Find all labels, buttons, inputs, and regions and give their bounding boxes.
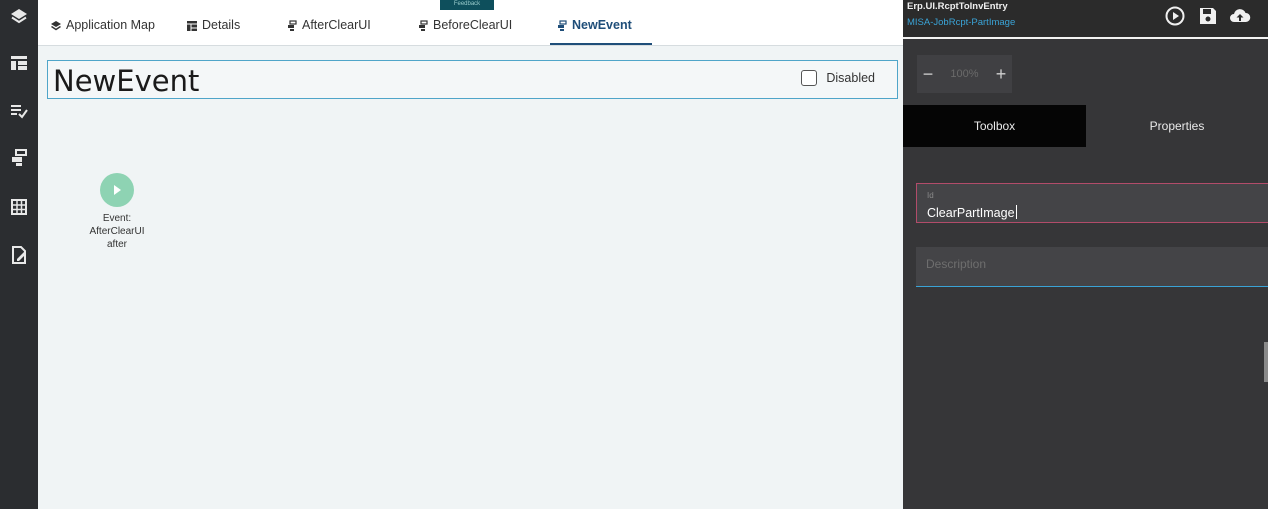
save-button[interactable] (1197, 5, 1219, 27)
disabled-checkbox[interactable] (801, 70, 818, 86)
id-field-value-wrap: ClearPartImage (927, 205, 1017, 220)
page-title: NewEvent (53, 64, 200, 98)
event-trigger-node[interactable]: Event: AfterClearUI after (84, 173, 150, 251)
app-name: Erp.UI.RcptToInvEntry (907, 1, 1008, 12)
tab-beforeclearui[interactable]: BeforeClearUI (417, 18, 512, 45)
event-node-line: Event: (102, 213, 132, 224)
zoom-level: 100% (950, 68, 979, 80)
text-caret (1015, 205, 1017, 219)
layer-name-link[interactable]: MISA-JobRcpt-PartImage (907, 17, 1015, 28)
event-node-line: AfterClearUI (89, 226, 145, 237)
id-input[interactable]: Id ClearPartImage (916, 183, 1268, 223)
tab-label: NewEvent (572, 18, 632, 32)
left-nav-bar (0, 0, 38, 509)
layers-icon[interactable] (0, 2, 38, 32)
right-panel: Erp.UI.RcptToInvEntry MISA-JobRcpt-PartI… (903, 0, 1268, 509)
save-icon (1200, 8, 1216, 24)
upload-button[interactable] (1229, 5, 1251, 27)
edit-document-icon[interactable] (0, 240, 38, 270)
tab-afterclearui[interactable]: AfterClearUI (286, 18, 371, 45)
workflow-canvas[interactable]: NewEvent Disabled Event: AfterClearUI af… (38, 47, 903, 509)
flow-icon (288, 20, 297, 31)
description-input[interactable]: Description (916, 247, 1268, 287)
event-flow-icon[interactable] (0, 143, 38, 173)
id-field-label: Id (927, 191, 934, 200)
cloud-upload-icon (1230, 9, 1251, 22)
flow-icon (558, 20, 567, 31)
run-button[interactable] (1164, 5, 1186, 27)
layout-grid-icon[interactable] (0, 48, 38, 78)
tab-label: Application Map (66, 18, 155, 32)
event-node-line: after (106, 239, 127, 250)
play-icon (114, 185, 121, 195)
right-panel-header: Erp.UI.RcptToInvEntry MISA-JobRcpt-PartI… (903, 0, 1268, 39)
checklist-icon[interactable] (0, 96, 38, 126)
tab-label: AfterClearUI (302, 18, 371, 32)
tab-application-map[interactable]: Application Map (50, 18, 155, 45)
description-placeholder: Description (926, 257, 987, 271)
disabled-option[interactable]: Disabled (801, 70, 875, 86)
tab-label: Details (202, 18, 241, 32)
panel-scrollbar-handle[interactable] (1264, 342, 1268, 382)
data-grid-icon[interactable] (0, 192, 38, 222)
disabled-label: Disabled (826, 71, 875, 85)
event-node-label: Event: AfterClearUI after (84, 212, 150, 251)
feedback-button[interactable]: Feedback (440, 0, 494, 10)
tab-toolbox[interactable]: Toolbox (903, 105, 1086, 147)
layers-icon (51, 21, 61, 31)
panel-tabs: Toolbox Properties (903, 105, 1268, 147)
zoom-control: − 100% + (917, 55, 1012, 93)
tab-properties[interactable]: Properties (1086, 105, 1268, 147)
flow-icon (419, 20, 428, 31)
tab-label: BeforeClearUI (433, 18, 513, 32)
event-node-circle[interactable] (100, 173, 134, 207)
zoom-out-button[interactable]: − (917, 64, 939, 85)
id-field-value: ClearPartImage (927, 206, 1015, 220)
tab-newevent[interactable]: NewEvent (550, 18, 652, 45)
event-title-bar: NewEvent Disabled (47, 60, 898, 99)
zoom-in-button[interactable]: + (990, 64, 1012, 85)
play-circle-icon (1165, 6, 1185, 26)
table-icon (187, 21, 197, 31)
tab-details[interactable]: Details (186, 18, 240, 45)
